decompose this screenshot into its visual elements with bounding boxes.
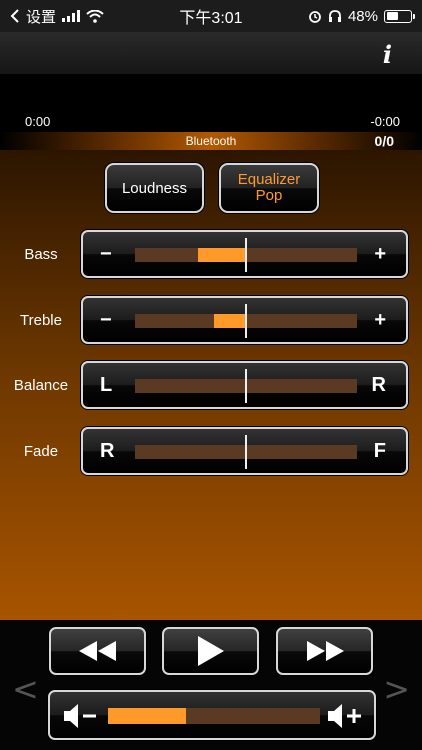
treble-track[interactable] [135, 304, 357, 338]
volume-down-icon[interactable] [62, 702, 100, 730]
status-bar: 设置 下午3:01 48% [0, 0, 422, 32]
bass-track[interactable] [135, 238, 357, 272]
bass-decrease-button[interactable]: − [100, 243, 112, 266]
fast-forward-button[interactable] [276, 627, 373, 675]
battery-level [386, 12, 398, 20]
bass-label: Bass [24, 246, 58, 263]
info-icon[interactable]: i [383, 40, 392, 69]
bass-center-mark [245, 238, 247, 272]
fade-slider[interactable]: R F [81, 427, 408, 475]
treble-center-mark [245, 304, 247, 338]
wifi-icon [86, 9, 104, 23]
treble-slider[interactable]: − + [81, 296, 408, 344]
time-display: 0:00 -0:00 [0, 74, 422, 132]
headphones-icon [328, 10, 341, 22]
fast-forward-icon [306, 641, 344, 661]
rewind-button[interactable] [49, 627, 146, 675]
source-bar: Bluetooth 0/0 [0, 132, 422, 150]
loudness-button[interactable]: Loudness [105, 163, 204, 213]
volume-slider[interactable] [48, 690, 376, 740]
fade-center-mark [245, 435, 247, 469]
status-left: 设置 [10, 6, 150, 27]
track-count: 0/0 [374, 133, 394, 149]
fade-front-button[interactable]: F [374, 440, 386, 463]
balance-slider[interactable]: L R [81, 361, 408, 409]
treble-decrease-button[interactable]: − [100, 309, 112, 332]
balance-track[interactable] [135, 369, 357, 403]
remaining-time: -0:00 [370, 114, 400, 129]
status-right: 48% [308, 7, 415, 25]
elapsed-time: 0:00 [25, 114, 51, 129]
volume-level [108, 708, 187, 724]
equalizer-button[interactable]: Equalizer Pop [219, 163, 319, 213]
balance-right-button[interactable]: R [372, 374, 386, 397]
equalizer-label: Equalizer [237, 171, 301, 188]
audio-settings-panel: Loudness Equalizer Pop Bass − + Treble −… [0, 150, 422, 620]
volume-track[interactable] [108, 708, 320, 724]
balance-left-button[interactable]: L [100, 374, 112, 397]
rewind-icon [78, 641, 116, 661]
play-button[interactable] [162, 627, 259, 675]
volume-up-icon[interactable] [326, 702, 364, 730]
bass-slider[interactable]: − + [81, 230, 408, 278]
treble-label: Treble [20, 312, 62, 329]
balance-label: Balance [13, 377, 69, 394]
signal-icon [62, 10, 81, 22]
equalizer-preset: Pop [255, 187, 283, 204]
fade-rear-button[interactable]: R [100, 440, 114, 463]
transport-controls: < > [0, 620, 422, 750]
balance-center-mark [245, 369, 247, 403]
header-bar: i [0, 32, 422, 74]
fade-track[interactable] [135, 435, 357, 469]
battery-percent: 48% [347, 7, 378, 25]
bass-level [198, 248, 246, 262]
carrier-label: 设置 [26, 8, 57, 26]
battery-icon [384, 9, 415, 23]
bass-increase-button[interactable]: + [374, 243, 386, 266]
alarm-icon [309, 11, 321, 23]
next-page-arrow[interactable]: > [383, 670, 410, 708]
play-icon [197, 636, 224, 666]
treble-increase-button[interactable]: + [374, 309, 386, 332]
back-chevron-icon [10, 9, 19, 23]
source-label: Bluetooth [185, 134, 237, 148]
loudness-label: Loudness [121, 179, 188, 197]
treble-level [213, 314, 246, 328]
fade-label: Fade [23, 443, 59, 460]
previous-page-arrow[interactable]: < [12, 670, 39, 708]
